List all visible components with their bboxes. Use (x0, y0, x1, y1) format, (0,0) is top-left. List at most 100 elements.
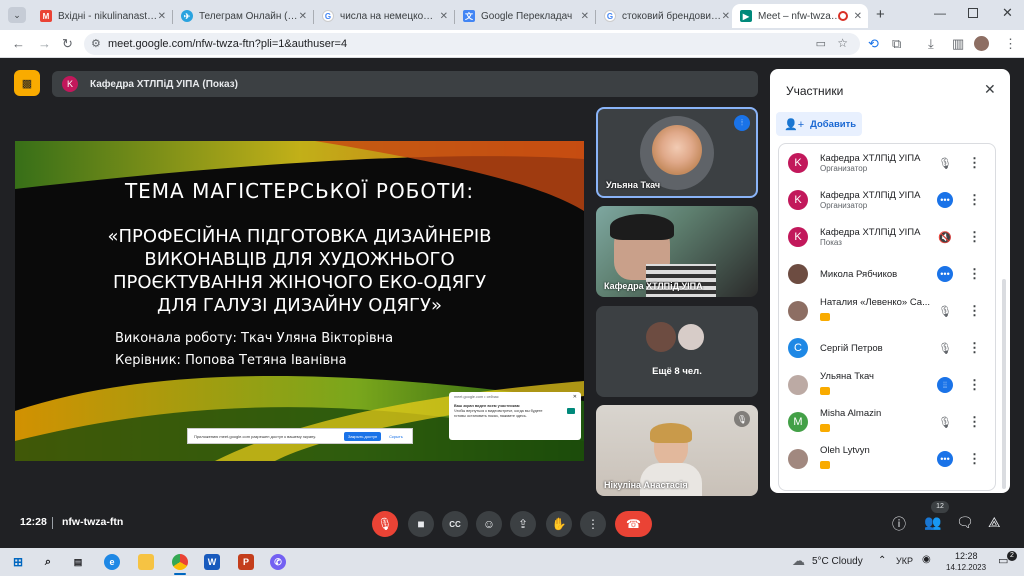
word-icon[interactable]: W (204, 554, 220, 570)
more-options-icon[interactable]: ⋮ (968, 377, 981, 393)
profile-avatar[interactable] (974, 36, 989, 51)
extensions-icon[interactable]: ⧉ (892, 36, 901, 52)
tab-google-translate[interactable]: 文 Google Перекладач ✕ (455, 4, 595, 28)
participant-name: Misha Almazin (820, 407, 882, 419)
bookmark-star-icon[interactable]: ☆ (837, 36, 848, 50)
task-view-icon[interactable]: ▤ (70, 554, 86, 570)
mic-off-icon[interactable]: 🎙 (937, 303, 953, 319)
emoji-button[interactable]: ☺ (476, 511, 502, 537)
mic-off-icon[interactable]: 🎙 (937, 155, 953, 171)
more-options-button[interactable]: ⋮ (580, 511, 606, 537)
mic-toggle-button[interactable]: 🎙 (372, 511, 398, 537)
network-icon[interactable]: ◉ (922, 554, 931, 565)
participant-row[interactable]: Микола Рябчиков ••• ⋮ (788, 256, 984, 292)
volume-off-icon[interactable]: 🔇 (937, 229, 953, 245)
chrome-icon[interactable] (172, 554, 188, 570)
google-icon: G (604, 10, 616, 22)
tray-arrow-icon[interactable]: ⌃ (878, 555, 886, 566)
viber-icon[interactable]: ✆ (270, 554, 286, 570)
presentation-icon[interactable]: ▩ (14, 70, 40, 96)
forward-icon[interactable]: → (38, 36, 51, 51)
meeting-details-icon[interactable]: ⓘ (892, 514, 906, 534)
clock-date[interactable]: 14.12.2023 (946, 563, 986, 572)
participant-row[interactable]: С Сергій Петров 🎙 ⋮ (788, 330, 984, 366)
participant-row[interactable]: K Кафедра ХТЛПіД УІПА Организатор 🎙 ⋮ (788, 145, 984, 181)
start-icon[interactable]: ⊞ (10, 554, 26, 570)
participant-tile[interactable]: ⦙ Ульяна Ткач (596, 107, 758, 198)
download-icon[interactable]: ⤓ (928, 36, 934, 52)
camera-icon[interactable]: ▭ (816, 37, 826, 50)
tab-google-search-2[interactable]: G стоковий брендовий од ✕ (596, 4, 736, 28)
close-tab-icon[interactable]: ✕ (299, 11, 307, 22)
captions-button[interactable]: CC (442, 511, 468, 537)
participant-row[interactable]: Oleh Lytvyn ••• ⋮ (788, 441, 984, 477)
close-tab-icon[interactable]: ✕ (158, 11, 166, 22)
reload-icon[interactable]: ↻ (62, 36, 73, 52)
more-options-icon[interactable]: ⋮ (968, 229, 981, 245)
participant-row[interactable]: M Misha Almazin 🎙 ⋮ (788, 404, 984, 440)
close-icon[interactable]: ✕ (573, 394, 577, 401)
mic-off-icon[interactable]: 🎙 (937, 340, 953, 356)
more-options-icon[interactable]: ⋮ (968, 451, 981, 467)
more-options-icon[interactable]: ⋮ (968, 192, 981, 208)
presenter-bar: K Кафедра ХТЛПіД УІПА (Показ) (52, 71, 758, 97)
participant-row[interactable]: K Кафедра ХТЛПіД УІПА Показ 🔇 ⋮ (788, 219, 984, 255)
people-icon[interactable]: 👥 (924, 514, 941, 531)
language-label[interactable]: УКР (896, 556, 913, 566)
new-tab-button[interactable]: + (876, 6, 885, 23)
more-participants-tile[interactable]: Ещё 8 чел. (596, 306, 758, 397)
participant-role: Организатор (820, 201, 868, 210)
self-tile[interactable]: 🎙 Нікуліна Анастасія (596, 405, 758, 496)
participant-name: Кафедра ХТЛПіД УІПА (820, 190, 921, 201)
back-icon[interactable]: ← (12, 36, 25, 51)
present-button[interactable]: ⇪ (510, 511, 536, 537)
share-popup[interactable]: meet.google.com • сейчас Ваш экран виден… (449, 392, 581, 440)
more-options-icon[interactable]: ⋮ (968, 266, 981, 282)
tab-meet[interactable]: ▶ Meet – nfw-twza-ftn ✕ (732, 4, 868, 28)
close-tab-icon[interactable]: ✕ (854, 11, 862, 22)
activities-icon[interactable]: ⟁ (988, 514, 1001, 531)
participant-row[interactable]: Наталия «Левенко» Са... 🎙 ⋮ (788, 293, 984, 329)
chat-icon[interactable]: 🗨 (956, 514, 974, 531)
weather-label[interactable]: 5°C Cloudy (812, 556, 863, 567)
raise-hand-button[interactable]: ✋ (546, 511, 572, 537)
hide-notice-link[interactable]: Скрыть (389, 434, 403, 439)
search-icon[interactable]: ⌕ (40, 554, 56, 570)
more-options-icon[interactable]: ⋮ (968, 414, 981, 430)
edge-icon[interactable]: e (104, 554, 120, 570)
url-field[interactable]: ⚙ meet.google.com/nfw-twza-ftn?pli=1&aut… (84, 33, 860, 55)
leave-call-button[interactable]: ☎ (615, 511, 652, 537)
close-tab-icon[interactable]: ✕ (581, 11, 589, 22)
more-options-icon[interactable]: ⋮ (968, 340, 981, 356)
menu-icon[interactable]: ⋮ (1004, 36, 1017, 52)
translate-page-icon[interactable]: ⟲ (868, 36, 879, 52)
tab-title: числа на немецком - По (340, 10, 440, 22)
clock-time[interactable]: 12:28 (955, 551, 978, 561)
camera-toggle-button[interactable]: ■ (408, 511, 434, 537)
tab-google-search[interactable]: G числа на немецком - По ✕ (314, 4, 454, 28)
site-info-icon[interactable]: ⚙ (91, 37, 101, 50)
participant-row[interactable]: Ульяна Ткач ⦙⦙ ⋮ (788, 367, 984, 403)
stop-sharing-button[interactable]: Закрыть доступ (344, 431, 382, 441)
tab-gmail[interactable]: M Вхідні - nikulinanastya3@ ✕ (32, 4, 172, 28)
mic-off-icon[interactable]: 🎙 (937, 414, 953, 430)
close-tab-icon[interactable]: ✕ (722, 11, 730, 22)
close-icon[interactable]: ✕ (984, 81, 996, 98)
file-explorer-icon[interactable] (138, 554, 154, 570)
scrollbar[interactable] (1002, 279, 1006, 489)
weather-icon[interactable]: ☁ (792, 553, 805, 569)
minimize-button[interactable]: — (934, 6, 946, 20)
participant-tile[interactable]: Кафедра ХТЛПіД УІПА (596, 206, 758, 297)
side-panel-icon[interactable]: ▥ (952, 36, 964, 52)
close-tab-icon[interactable]: ✕ (440, 11, 448, 22)
tab-search-button[interactable]: ⌄ (8, 7, 26, 23)
add-people-button[interactable]: 👤+ Добавить (776, 112, 862, 136)
tab-telegram[interactable]: ✈ Телеграм Онлайн (неоф ✕ (173, 4, 313, 28)
maximize-button[interactable] (968, 8, 978, 18)
more-options-icon[interactable]: ⋮ (968, 155, 981, 171)
share-notice-text: Приложению meet.google.com разрешен дост… (194, 433, 316, 439)
more-options-icon[interactable]: ⋮ (968, 303, 981, 319)
close-window-button[interactable]: ✕ (1002, 5, 1013, 21)
powerpoint-icon[interactable]: P (238, 554, 254, 570)
participant-row[interactable]: K Кафедра ХТЛПіД УІПА Организатор ••• ⋮ (788, 182, 984, 218)
